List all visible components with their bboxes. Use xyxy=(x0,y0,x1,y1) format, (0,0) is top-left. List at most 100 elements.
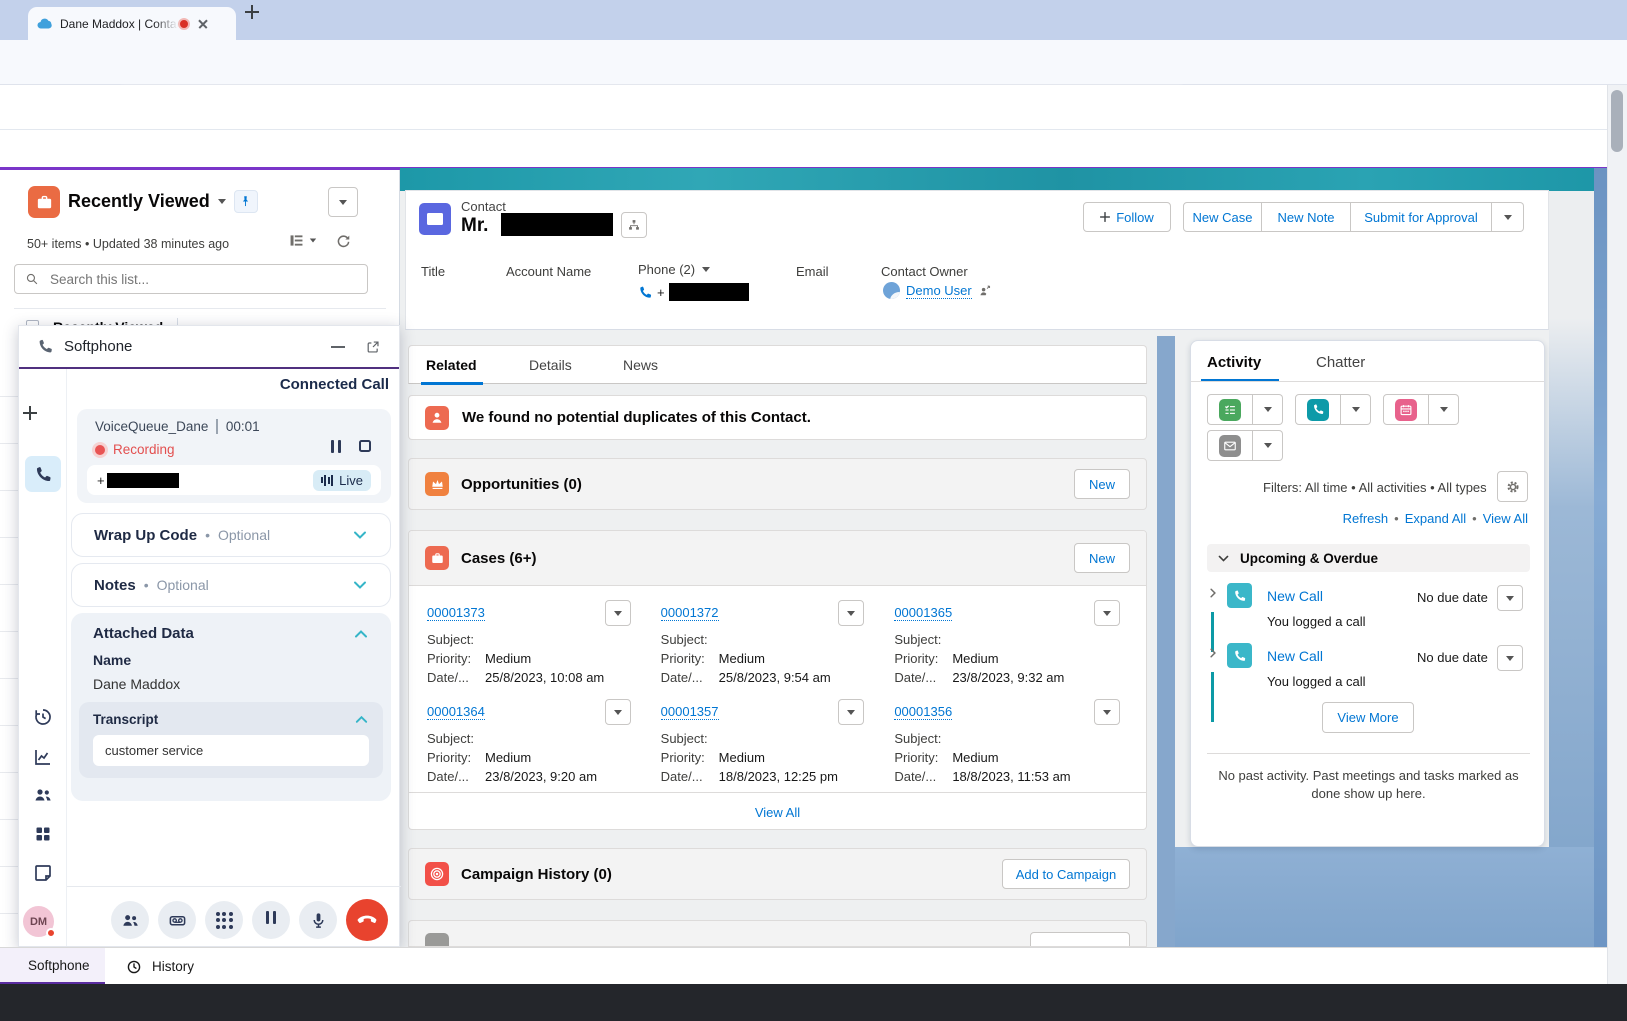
case-link[interactable]: 00001357 xyxy=(661,704,719,720)
timeline-expand-icon[interactable] xyxy=(1207,647,1219,659)
pin-icon[interactable] xyxy=(234,190,258,213)
end-call-button[interactable] xyxy=(346,899,388,941)
field-phone[interactable]: Phone (2) xyxy=(638,262,710,277)
case-link[interactable]: 00001365 xyxy=(894,605,952,621)
rail-apps-grid-icon[interactable] xyxy=(33,824,53,844)
submit-for-approval-button[interactable]: Submit for Approval xyxy=(1351,202,1492,232)
scrollbar-thumb[interactable] xyxy=(1611,90,1623,152)
case-row-menu[interactable] xyxy=(1094,600,1120,626)
tab-related-underline xyxy=(421,382,483,385)
owner-link[interactable]: Demo User xyxy=(906,283,972,299)
rail-history-icon[interactable] xyxy=(33,707,53,727)
chevron-up-icon[interactable] xyxy=(354,712,369,727)
minimize-icon[interactable] xyxy=(331,346,345,348)
follow-button[interactable]: Follow xyxy=(1083,202,1171,232)
refresh-link[interactable]: Refresh xyxy=(1343,511,1389,526)
activity-links: Refresh • Expand All • View All xyxy=(1191,511,1528,526)
phone-dropdown-icon[interactable] xyxy=(702,267,710,272)
rail-phone-tab[interactable] xyxy=(25,456,61,492)
list-view-dropdown-icon[interactable] xyxy=(218,199,226,204)
conference-button[interactable] xyxy=(111,901,149,939)
display-as-button[interactable] xyxy=(288,232,317,249)
case-link[interactable]: 00001364 xyxy=(427,704,485,720)
chevron-down-icon[interactable] xyxy=(352,527,368,543)
pause-recording-icon[interactable] xyxy=(329,440,343,458)
popout-icon[interactable] xyxy=(365,339,381,355)
event-dropdown[interactable] xyxy=(1429,394,1459,425)
case-link[interactable]: 00001372 xyxy=(661,605,719,621)
case-link[interactable]: 00001356 xyxy=(894,704,952,720)
email-dropdown[interactable] xyxy=(1253,430,1283,461)
hierarchy-button[interactable] xyxy=(621,212,647,238)
list-refresh-icon[interactable] xyxy=(335,232,352,249)
campaign-title[interactable]: Campaign History (0) xyxy=(461,866,612,883)
cases-new-button[interactable]: New xyxy=(1074,543,1130,573)
new-case-button[interactable]: New Case xyxy=(1183,202,1262,232)
tab-details[interactable]: Details xyxy=(529,357,572,373)
add-to-campaign-button[interactable]: Add to Campaign xyxy=(1002,859,1130,889)
activity-item-link[interactable]: New Call xyxy=(1267,588,1323,604)
composer-row-2 xyxy=(1207,430,1283,461)
page-background-teal xyxy=(400,168,1607,191)
expand-all-link[interactable]: Expand All xyxy=(1405,511,1466,526)
composer-row-1 xyxy=(1207,394,1459,425)
opportunities-title[interactable]: Opportunities (0) xyxy=(461,476,582,493)
list-view-title[interactable]: Recently Viewed xyxy=(68,191,210,212)
timeline-expand-icon[interactable] xyxy=(1207,587,1219,599)
utility-softphone-tab[interactable]: Softphone xyxy=(0,948,105,985)
cases-title[interactable]: Cases (6+) xyxy=(461,550,536,567)
upcoming-overdue-header[interactable]: Upcoming & Overdue xyxy=(1207,544,1530,572)
log-call-button[interactable] xyxy=(1295,394,1341,425)
tab-activity[interactable]: Activity xyxy=(1207,354,1261,371)
change-owner-icon[interactable] xyxy=(978,284,992,298)
email-button[interactable] xyxy=(1207,430,1253,461)
activity-item-link[interactable]: New Call xyxy=(1267,648,1323,664)
view-more-button[interactable]: View More xyxy=(1322,702,1414,733)
call-dropdown[interactable] xyxy=(1341,394,1371,425)
list-search-input[interactable] xyxy=(48,271,357,288)
hold-button[interactable] xyxy=(252,901,290,939)
more-actions-dropdown[interactable] xyxy=(1492,202,1524,232)
tab-chatter[interactable]: Chatter xyxy=(1316,354,1365,371)
rail-analytics-icon[interactable] xyxy=(33,747,53,767)
list-search[interactable] xyxy=(14,264,368,294)
browser-tab[interactable]: Dane Maddox | Contact | Sal xyxy=(28,7,236,40)
opportunities-card: Opportunities (0) New xyxy=(408,458,1147,510)
tab-close-icon[interactable] xyxy=(194,15,212,33)
chevron-down-icon[interactable] xyxy=(352,577,368,593)
search-icon xyxy=(25,272,39,286)
opportunities-new-button[interactable]: New xyxy=(1074,469,1130,499)
activity-item-menu[interactable] xyxy=(1497,645,1523,671)
stop-recording-icon[interactable] xyxy=(359,440,371,452)
new-task-button[interactable] xyxy=(1207,394,1253,425)
transcript-value[interactable]: customer service xyxy=(93,735,369,766)
tab-news[interactable]: News xyxy=(623,357,658,373)
case-link[interactable]: 00001373 xyxy=(427,605,485,621)
mute-button[interactable] xyxy=(299,901,337,939)
case-row-menu[interactable] xyxy=(838,699,864,725)
tab-related[interactable]: Related xyxy=(426,357,477,373)
wrap-up-code-section[interactable]: Wrap Up Code • Optional xyxy=(71,513,391,557)
case-row-menu[interactable] xyxy=(838,600,864,626)
list-title-row[interactable]: Recently Viewed xyxy=(68,190,258,213)
case-row-menu[interactable] xyxy=(605,699,631,725)
cases-view-all-link[interactable]: View All xyxy=(755,805,800,820)
task-dropdown[interactable] xyxy=(1253,394,1283,425)
rail-agents-icon[interactable] xyxy=(33,785,53,805)
new-note-button[interactable]: New Note xyxy=(1262,202,1351,232)
utility-history-tab[interactable]: History xyxy=(108,948,212,985)
list-actions-dropdown[interactable] xyxy=(328,187,358,217)
phone-value[interactable]: + xyxy=(638,283,749,301)
browser-scrollbar[interactable] xyxy=(1607,85,1627,984)
activity-filter-gear-button[interactable] xyxy=(1497,471,1528,502)
view-all-link[interactable]: View All xyxy=(1483,511,1528,526)
case-row-menu[interactable] xyxy=(1094,699,1120,725)
activity-item-menu[interactable] xyxy=(1497,585,1523,611)
case-row-menu[interactable] xyxy=(605,600,631,626)
voicemail-drop-button[interactable] xyxy=(158,901,196,939)
chevron-up-icon[interactable] xyxy=(353,626,369,642)
new-event-button[interactable] xyxy=(1383,394,1429,425)
rail-notes-icon[interactable] xyxy=(33,863,53,883)
notes-section[interactable]: Notes • Optional xyxy=(71,563,391,607)
dialpad-button[interactable] xyxy=(205,901,243,939)
